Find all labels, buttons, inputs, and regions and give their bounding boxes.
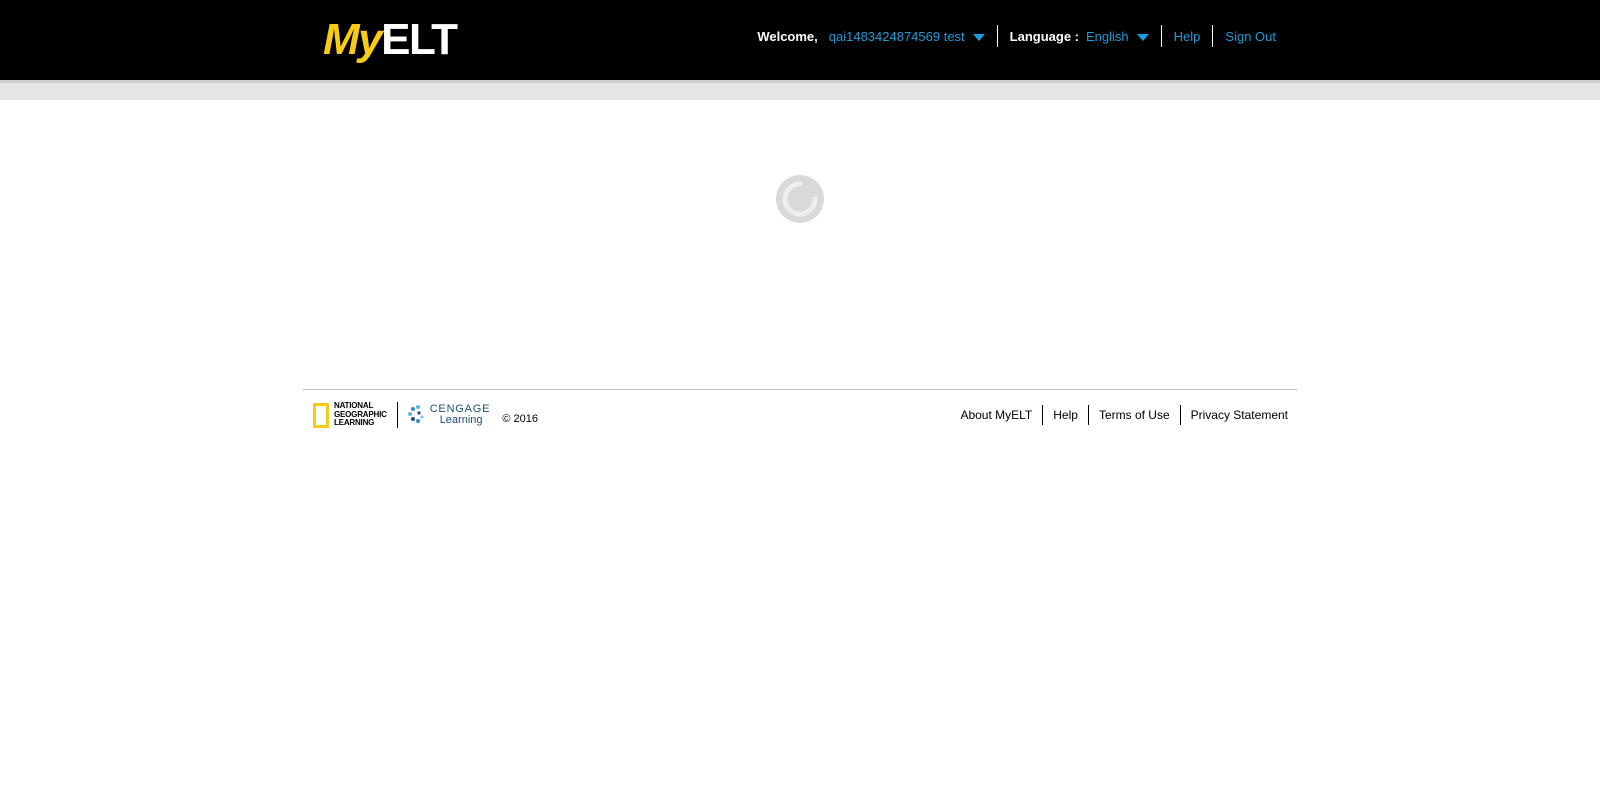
language-label: Language : <box>1009 28 1080 44</box>
copyright-text: © 2016 <box>502 413 538 425</box>
divider <box>996 25 998 47</box>
chevron-down-icon <box>972 33 985 41</box>
sign-out-link[interactable]: Sign Out <box>1225 29 1276 44</box>
logo-divider <box>396 402 398 428</box>
header-shadow <box>0 80 1600 100</box>
language-dropdown[interactable]: English <box>1086 29 1149 44</box>
myelt-logo[interactable]: MyELT <box>323 14 458 66</box>
natgeo-logo-text: NATIONAL GEOGRAPHIC LEARNING <box>334 401 387 428</box>
header-bar: MyELT Welcome, qai1483424874569 test Lan… <box>0 0 1600 80</box>
logo-elt: ELT <box>381 15 458 64</box>
divider <box>1212 25 1214 47</box>
footer-logos: NATIONAL GEOGRAPHIC LEARNING CENGAGE Lea… <box>313 400 538 430</box>
cengage-logo-icon <box>407 405 424 423</box>
privacy-statement-link[interactable]: Privacy Statement <box>1191 408 1288 422</box>
divider <box>1160 25 1162 47</box>
loading-spinner-icon <box>776 175 824 223</box>
cengage-logo-text: CENGAGE Learning <box>429 403 491 426</box>
natgeo-yellow-frame-icon <box>313 402 329 428</box>
user-nav: Welcome, qai1483424874569 test Language … <box>757 24 1276 48</box>
about-myelt-link[interactable]: About MyELT <box>960 408 1032 422</box>
divider <box>1179 405 1181 425</box>
footer-help-link[interactable]: Help <box>1053 408 1078 422</box>
terms-of-use-link[interactable]: Terms of Use <box>1099 408 1170 422</box>
language-value: English <box>1086 28 1129 44</box>
divider <box>1042 405 1044 425</box>
divider <box>1087 405 1089 425</box>
user-menu-dropdown[interactable]: qai1483424874569 test <box>829 29 985 44</box>
footer-divider <box>303 389 1297 390</box>
chevron-down-icon <box>1136 33 1149 41</box>
username: qai1483424874569 test <box>828 28 965 44</box>
logo-my: My <box>323 15 383 64</box>
help-link[interactable]: Help <box>1174 29 1201 44</box>
welcome-label: Welcome, <box>757 28 818 44</box>
footer-links: About MyELT Help Terms of Use Privacy St… <box>960 404 1288 426</box>
